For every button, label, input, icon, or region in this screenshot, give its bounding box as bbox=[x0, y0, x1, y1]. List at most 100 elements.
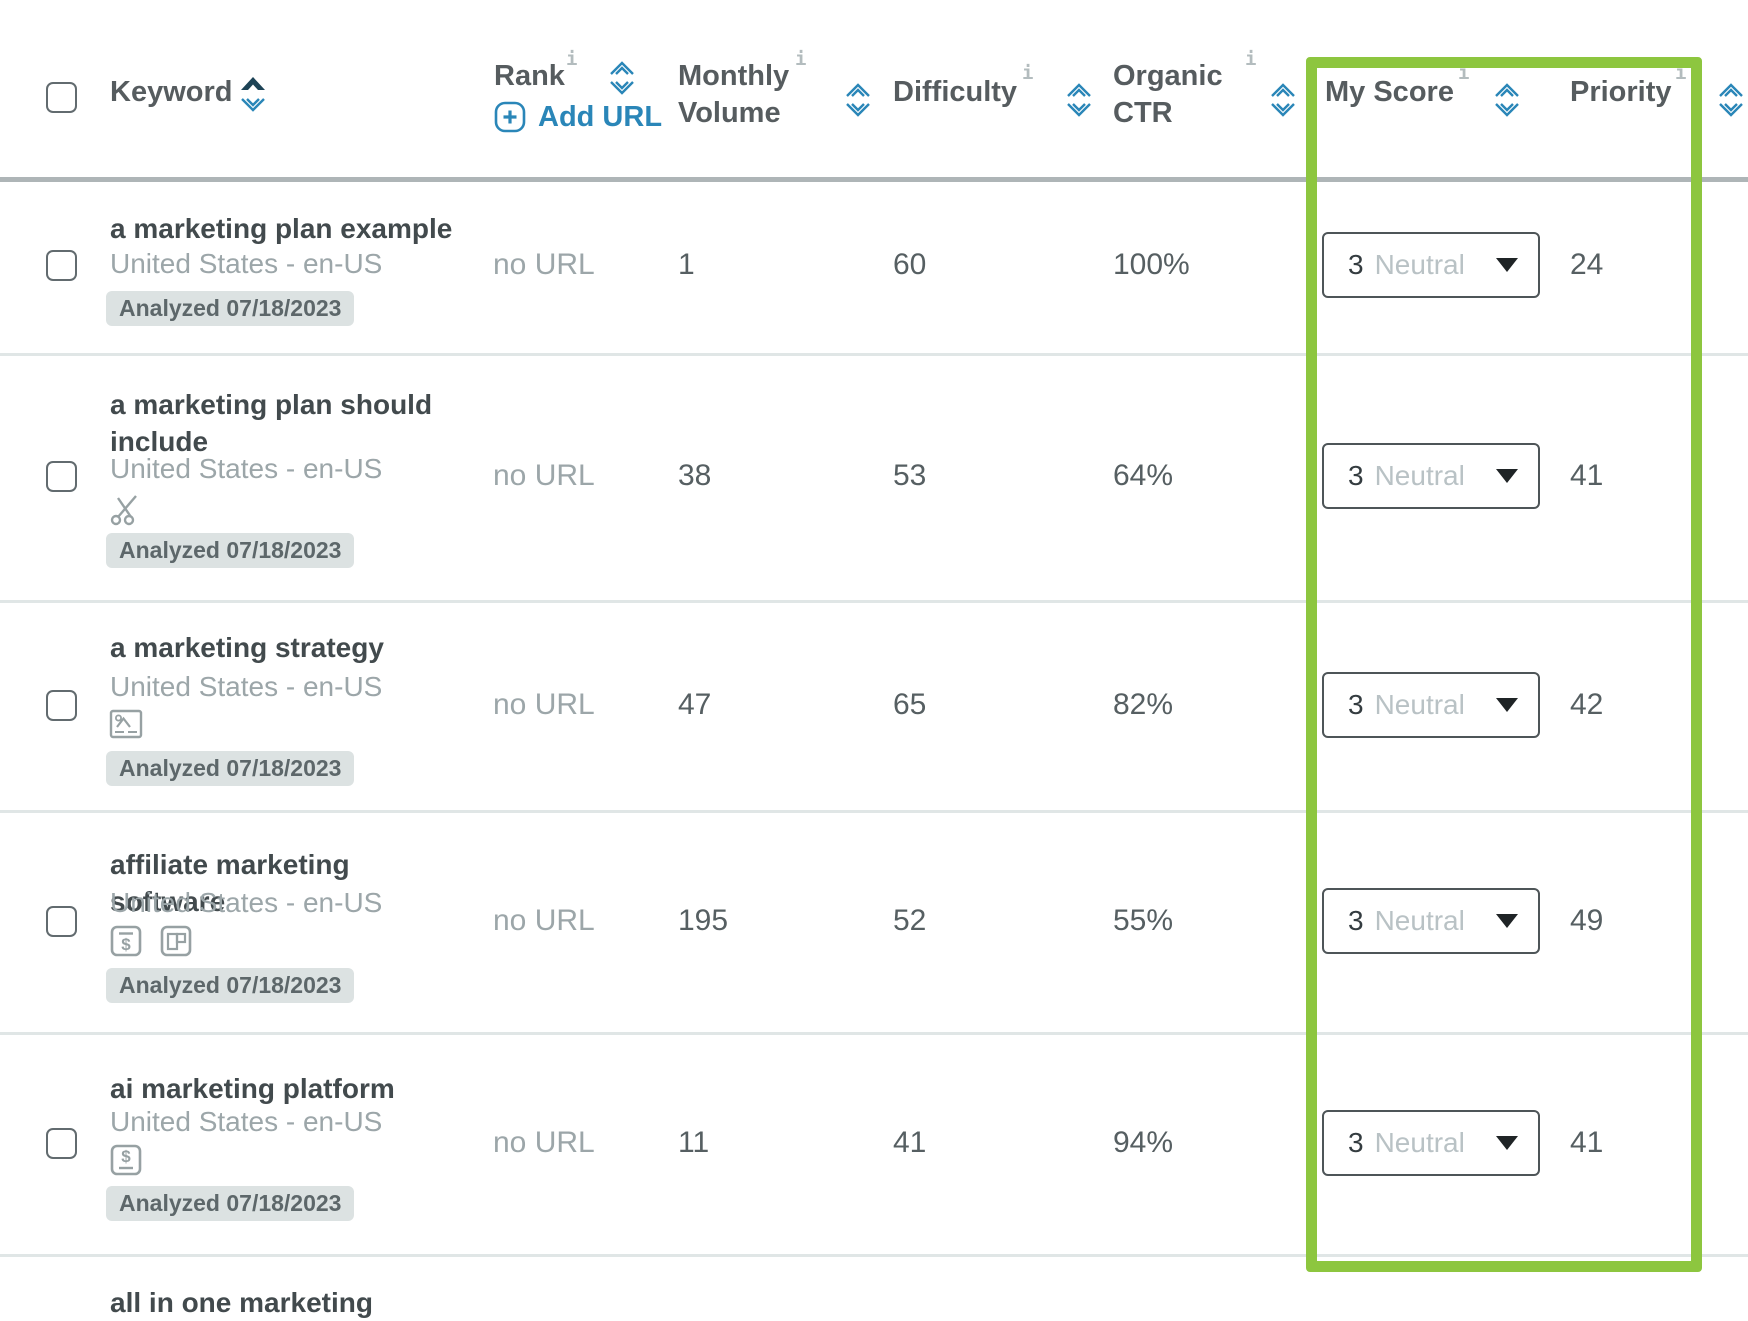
priority-value: 24 bbox=[1570, 247, 1603, 283]
column-header-keyword[interactable]: Keyword bbox=[110, 74, 232, 111]
my-score-dropdown[interactable]: 3 Neutral bbox=[1322, 888, 1540, 954]
my-score-dropdown[interactable]: 3 Neutral bbox=[1322, 232, 1540, 298]
rank-info-icon[interactable]: i bbox=[566, 50, 577, 69]
my-score-label: Neutral bbox=[1375, 689, 1465, 721]
analyzed-badge: Analyzed 07/18/2023 bbox=[106, 291, 354, 326]
analyzed-badge: Analyzed 07/18/2023 bbox=[106, 751, 354, 786]
my-score-label: Neutral bbox=[1375, 460, 1465, 492]
difficulty-value: 52 bbox=[893, 903, 926, 939]
monthly-volume-value: 11 bbox=[678, 1125, 709, 1161]
my-score-label: Neutral bbox=[1375, 249, 1465, 281]
sort-icon-rank[interactable] bbox=[607, 60, 637, 96]
rank-value: no URL bbox=[493, 687, 595, 723]
difficulty-value: 53 bbox=[893, 458, 926, 494]
rank-value: no URL bbox=[493, 903, 595, 939]
dropdown-caret-icon bbox=[1496, 258, 1518, 272]
add-url-plus-icon bbox=[494, 101, 526, 133]
table-row: affiliate marketing software United Stat… bbox=[0, 810, 1748, 1032]
table-row: a marketing strategy United States - en-… bbox=[0, 600, 1748, 810]
my-score-value: 3 bbox=[1348, 905, 1364, 937]
select-all-checkbox[interactable] bbox=[46, 82, 77, 113]
difficulty-info-icon[interactable]: i bbox=[1022, 64, 1033, 83]
column-header-my-score[interactable]: My Score bbox=[1325, 74, 1454, 111]
monthly-volume-info-icon[interactable]: i bbox=[795, 50, 806, 69]
difficulty-value: 65 bbox=[893, 687, 926, 723]
scissors-icon bbox=[108, 490, 144, 526]
rank-value: no URL bbox=[493, 247, 595, 283]
row-checkbox[interactable] bbox=[46, 461, 77, 492]
column-header-organic-ctr-line1[interactable]: Organic bbox=[1113, 58, 1223, 95]
rank-value: no URL bbox=[493, 458, 595, 494]
difficulty-value: 60 bbox=[893, 247, 926, 283]
sort-icon-difficulty[interactable] bbox=[1064, 82, 1094, 118]
monthly-volume-value: 38 bbox=[678, 458, 711, 494]
column-header-rank[interactable]: Rank bbox=[494, 58, 565, 95]
priority-value: 41 bbox=[1570, 458, 1603, 494]
analyzed-badge: Analyzed 07/18/2023 bbox=[106, 1186, 354, 1221]
dropdown-caret-icon bbox=[1496, 1136, 1518, 1150]
keyword-locale: United States - en-US bbox=[110, 247, 382, 281]
row-checkbox[interactable] bbox=[46, 690, 77, 721]
monthly-volume-value: 47 bbox=[678, 687, 711, 723]
organic-ctr-value: 94% bbox=[1113, 1125, 1173, 1161]
my-score-label: Neutral bbox=[1375, 1127, 1465, 1159]
my-score-label: Neutral bbox=[1375, 905, 1465, 937]
organic-ctr-value: 82% bbox=[1113, 687, 1173, 723]
keyword-locale: United States - en-US bbox=[110, 452, 382, 486]
add-url-label: Add URL bbox=[538, 100, 662, 134]
priority-value: 42 bbox=[1570, 687, 1603, 723]
keyword-title: a marketing strategy bbox=[110, 629, 455, 666]
analyzed-badge: Analyzed 07/18/2023 bbox=[106, 968, 354, 1003]
dropdown-caret-icon bbox=[1496, 698, 1518, 712]
keyword-title: all in one marketing bbox=[110, 1284, 455, 1321]
add-url-button[interactable]: Add URL bbox=[494, 100, 662, 134]
keyword-locale: United States - en-US bbox=[110, 670, 382, 704]
table-header: Keyword Rank i Add URL Monthly Volume i bbox=[0, 0, 1748, 177]
table-row: ai marketing platform United States - en… bbox=[0, 1032, 1748, 1254]
sort-icon-my-score[interactable] bbox=[1492, 82, 1522, 118]
my-score-dropdown[interactable]: 3 Neutral bbox=[1322, 1110, 1540, 1176]
my-score-value: 3 bbox=[1348, 249, 1364, 281]
column-header-difficulty[interactable]: Difficulty bbox=[893, 74, 1017, 111]
column-header-monthly-volume-line2[interactable]: Volume bbox=[678, 95, 789, 132]
organic-ctr-info-icon[interactable]: i bbox=[1245, 50, 1256, 69]
table-row: a marketing plan example United States -… bbox=[0, 178, 1748, 353]
rank-value: no URL bbox=[493, 1125, 595, 1161]
keyword-locale: United States - en-US bbox=[110, 1105, 382, 1139]
sort-icon-keyword[interactable] bbox=[238, 74, 268, 120]
row-checkbox[interactable] bbox=[46, 250, 77, 281]
priority-value: 49 bbox=[1570, 903, 1603, 939]
my-score-value: 3 bbox=[1348, 1127, 1364, 1159]
row-checkbox[interactable] bbox=[46, 1128, 77, 1159]
my-score-info-icon[interactable]: i bbox=[1458, 64, 1469, 83]
sort-icon-monthly-volume[interactable] bbox=[843, 82, 873, 118]
monthly-volume-value: 195 bbox=[678, 903, 728, 939]
product-listing-icon bbox=[158, 923, 194, 959]
table-row: all in one marketing bbox=[0, 1254, 1748, 1310]
sort-icon-organic-ctr[interactable] bbox=[1268, 82, 1298, 118]
dropdown-caret-icon bbox=[1496, 469, 1518, 483]
column-header-monthly-volume-line1[interactable]: Monthly bbox=[678, 58, 789, 95]
keyword-locale: United States - en-US bbox=[110, 886, 382, 920]
my-score-value: 3 bbox=[1348, 460, 1364, 492]
keyword-title: a marketing plan should include bbox=[110, 386, 455, 460]
priority-value: 41 bbox=[1570, 1125, 1603, 1161]
column-header-organic-ctr-line2[interactable]: CTR bbox=[1113, 95, 1223, 132]
organic-ctr-value: 55% bbox=[1113, 903, 1173, 939]
dropdown-caret-icon bbox=[1496, 914, 1518, 928]
priority-info-icon[interactable]: i bbox=[1675, 64, 1686, 83]
sort-icon-priority[interactable] bbox=[1716, 82, 1746, 118]
keyword-title: a marketing plan example bbox=[110, 210, 455, 247]
keyword-title: ai marketing platform bbox=[110, 1070, 455, 1107]
paid-ad-top-icon: $ bbox=[108, 923, 144, 959]
difficulty-value: 41 bbox=[893, 1125, 926, 1161]
my-score-dropdown[interactable]: 3 Neutral bbox=[1322, 443, 1540, 509]
row-checkbox[interactable] bbox=[46, 906, 77, 937]
image-result-icon bbox=[108, 706, 144, 742]
svg-text:$: $ bbox=[121, 935, 131, 954]
my-score-dropdown[interactable]: 3 Neutral bbox=[1322, 672, 1540, 738]
analyzed-badge: Analyzed 07/18/2023 bbox=[106, 533, 354, 568]
svg-text:$: $ bbox=[121, 1147, 131, 1166]
column-header-priority[interactable]: Priority bbox=[1570, 74, 1672, 111]
table-row: a marketing plan should include United S… bbox=[0, 353, 1748, 600]
